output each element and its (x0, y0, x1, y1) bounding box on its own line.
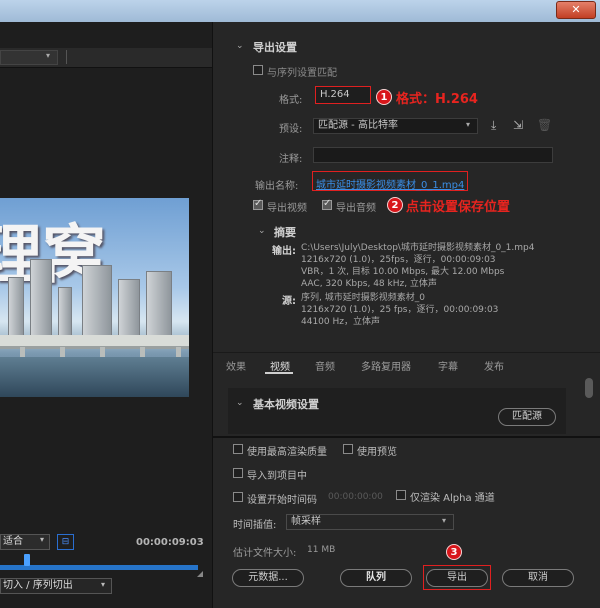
max-render-quality-checkbox[interactable] (233, 444, 243, 454)
tab-audio[interactable]: 音频 (315, 358, 335, 373)
active-tab-indicator (265, 372, 293, 374)
start-timecode-value[interactable]: 00:00:00:00 (328, 492, 383, 502)
close-button[interactable]: ✕ (556, 1, 596, 19)
window-titlebar (0, 0, 600, 22)
comment-input[interactable] (313, 147, 553, 163)
building (58, 287, 72, 337)
export-video-label: 导出视频 (267, 203, 307, 214)
safe-margins-icon[interactable]: ⊟ (57, 534, 74, 550)
building (8, 277, 24, 337)
import-into-project-label: 导入到项目中 (247, 471, 307, 482)
source-range-select[interactable]: 切入 / 序列切出 (0, 578, 112, 594)
use-previews-label: 使用预览 (357, 447, 397, 458)
tab-effects[interactable]: 效果 (226, 358, 246, 373)
summary-output-line: 1216x720 (1.0)，25fps，逐行，00:00:09:03 (301, 255, 496, 265)
comment-label: 注释: (279, 154, 303, 165)
export-video-checkbox[interactable] (253, 198, 263, 210)
summary-output-line: AAC, 320 Kbps, 48 kHz, 立体声 (301, 279, 437, 289)
annotation-badge-3: 3 (446, 544, 462, 560)
annotation-text-2: 点击设置保存位置 (406, 200, 511, 215)
annotation-text-1: 格式：H.264 (396, 92, 478, 107)
annotation-badge-2: 2 (387, 197, 403, 213)
summary-output-line: C:\Users\July\Desktop\城市延时摄影视频素材_0_1.mp4 (301, 243, 535, 253)
annotation-badge-1: 1 (376, 89, 392, 105)
summary-source-line: 序列, 城市延时摄影视频素材_0 (301, 293, 425, 303)
import-into-project-checkbox[interactable] (233, 468, 243, 478)
summary-output-label: 输出: (272, 246, 296, 257)
summary-title: 摘要 (274, 226, 296, 239)
duration-timecode: 00:00:09:03 (136, 537, 204, 548)
save-preset-icon[interactable]: ⤓ (491, 118, 496, 133)
basic-video-settings-title: 基本视频设置 (253, 398, 319, 411)
import-preset-icon[interactable]: ⇲ (513, 118, 523, 132)
set-start-timecode-checkbox[interactable] (233, 492, 243, 502)
format-label: 格式: (279, 95, 303, 106)
tab-captions[interactable]: 字幕 (438, 358, 458, 373)
delete-preset-icon[interactable]: 🗑 (537, 118, 552, 132)
export-audio-label: 导出音频 (336, 203, 376, 214)
tab-multiplexer[interactable]: 多路复用器 (361, 358, 411, 373)
scrollbar-thumb[interactable] (585, 378, 593, 398)
summary-source-line: 44100 Hz，立体声 (301, 317, 380, 327)
toolbar-divider (66, 50, 67, 64)
video-preview: 理窝 (0, 198, 189, 397)
preset-label: 预设: (279, 124, 303, 135)
bridge (0, 335, 189, 349)
output-name-label: 输出名称: (255, 181, 299, 192)
time-interpolation-label: 时间插值: (233, 520, 277, 531)
cancel-button[interactable]: 取消 (502, 569, 574, 587)
building (146, 271, 172, 337)
collapse-chevron-icon[interactable]: ⌄ (258, 226, 266, 236)
export-settings-title: 导出设置 (253, 41, 297, 54)
match-source-button[interactable]: 匹配源 (498, 408, 556, 426)
playhead-handle[interactable] (24, 554, 30, 566)
render-alpha-only-checkbox[interactable] (396, 490, 406, 500)
export-audio-checkbox[interactable] (322, 198, 332, 210)
summary-source-label: 源: (282, 296, 296, 307)
chevron-down-icon: ▾ (101, 580, 106, 589)
file-size-label: 估计文件大小: (233, 548, 297, 559)
tab-video[interactable]: 视频 (270, 358, 290, 373)
timeline-bar[interactable] (0, 565, 198, 570)
river (0, 357, 189, 397)
metadata-button[interactable]: 元数据... (232, 569, 304, 587)
summary-output-line: VBR，1 次, 目标 10.00 Mbps, 最大 12.00 Mbps (301, 267, 505, 277)
building (30, 259, 52, 337)
collapse-chevron-icon[interactable]: ⌄ (236, 41, 244, 51)
file-size-value: 11 MB (307, 545, 336, 555)
chevron-down-icon: ▾ (46, 51, 51, 60)
export-button[interactable]: 导出 (426, 569, 488, 587)
out-point-marker[interactable] (197, 571, 203, 577)
use-previews-checkbox[interactable] (343, 444, 353, 454)
match-sequence-checkbox[interactable] (253, 65, 263, 75)
format-select[interactable]: H.264 (315, 86, 371, 104)
building (82, 265, 112, 337)
queue-button[interactable]: 队列 (340, 569, 412, 587)
building (118, 279, 140, 337)
chevron-down-icon: ▾ (466, 120, 471, 129)
chevron-down-icon: ▾ (442, 516, 447, 525)
close-icon: ✕ (571, 3, 581, 16)
preset-select[interactable]: 匹配源 - 高比特率 (313, 118, 478, 134)
render-alpha-only-label: 仅渲染 Alpha 通道 (410, 493, 495, 504)
summary-source-line: 1216x720 (1.0)，25 fps，逐行，00:00:09:03 (301, 305, 499, 315)
chevron-down-icon: ▾ (40, 535, 45, 544)
tab-publish[interactable]: 发布 (484, 358, 504, 373)
time-interpolation-select[interactable]: 帧采样 (286, 514, 454, 530)
match-sequence-label: 与序列设置匹配 (267, 68, 337, 79)
collapse-chevron-icon[interactable]: ⌄ (236, 398, 244, 408)
max-render-quality-label: 使用最高渲染质量 (247, 447, 327, 458)
output-name-link[interactable]: 城市延时摄影视频素材_0_1.mp4 (316, 176, 464, 191)
set-start-timecode-label: 设置开始时间码 (247, 495, 317, 506)
